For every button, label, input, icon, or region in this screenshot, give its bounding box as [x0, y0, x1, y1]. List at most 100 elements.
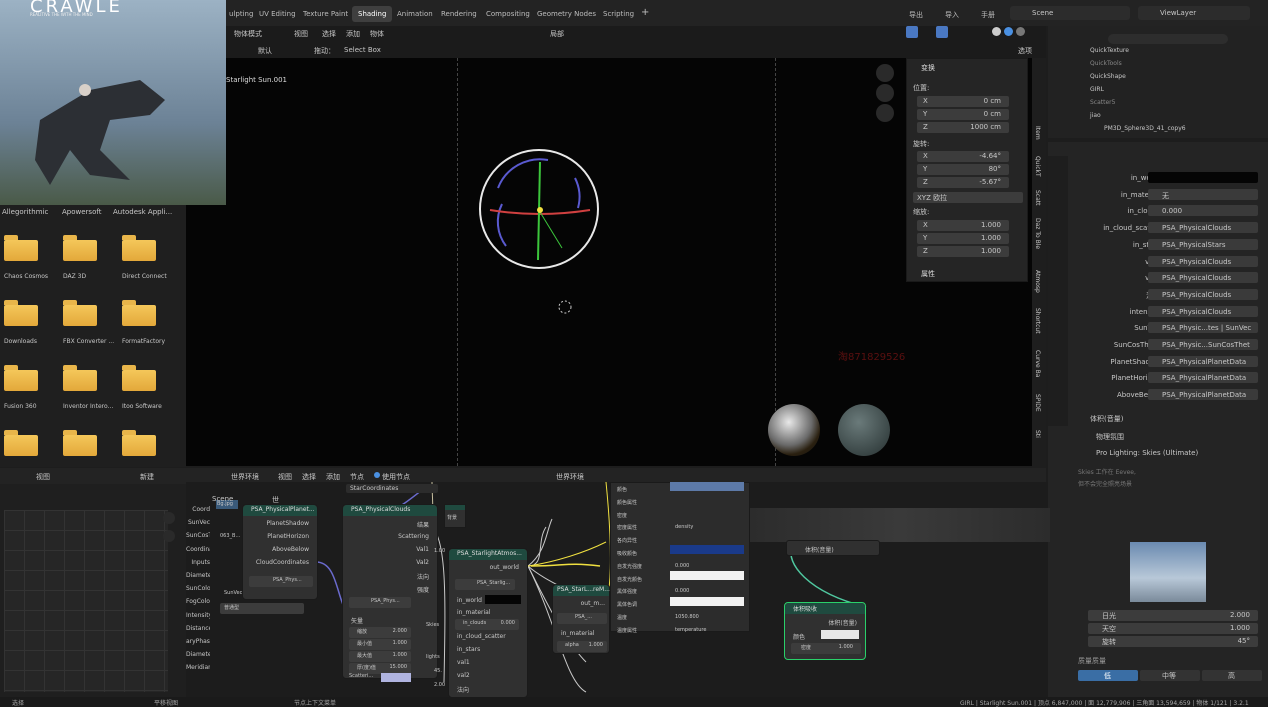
emission-color-swatch[interactable] [670, 571, 744, 580]
node-starlight-material[interactable]: PSA_StarL...reM... out_m... PSA_... in_m… [552, 584, 610, 654]
property-field[interactable]: PSA_Physic...SunCosThet [1148, 339, 1258, 350]
new-image-button[interactable]: 新建 [140, 472, 154, 482]
folder-item[interactable]: Itoo Software [122, 365, 178, 425]
rotation-field[interactable]: 旋转 45° [1088, 636, 1258, 647]
folder-item[interactable]: DAZ 3D [63, 235, 119, 295]
property-row[interactable]: 法向 PSA_PhysicalClouds [1072, 288, 1268, 301]
node-volume-output[interactable]: 体积(音量) [786, 540, 880, 556]
menu-select[interactable]: 选择 [322, 29, 336, 39]
property-field[interactable]: PSA_PhysicalClouds [1148, 305, 1258, 317]
world-datablock[interactable]: 世界环境 [556, 472, 584, 482]
location-y-field[interactable]: Y 0 cm [917, 109, 1009, 120]
property-row[interactable]: in_stars PSA_PhysicalStars [1072, 238, 1268, 251]
node-starlight-atmosphere[interactable]: PSA_StarlightAtmos... out_world PSA_Star… [448, 548, 528, 698]
absorb-color-input[interactable] [821, 630, 859, 639]
zoom-icon[interactable] [163, 512, 175, 524]
folder-icon[interactable] [63, 430, 97, 456]
folder-icon[interactable] [4, 430, 38, 456]
node-background[interactable]: 背景 [444, 504, 466, 528]
folder-item[interactable]: Fusion 360 [4, 365, 60, 425]
outliner-item[interactable]: Scatter5 [1078, 96, 1268, 110]
folder-item[interactable]: Inventor Intero... [63, 365, 119, 425]
side-tab-shortcut[interactable]: Shortcut [1034, 308, 1041, 334]
side-tab-curve[interactable]: Curve Ba [1034, 350, 1041, 377]
cloud-scale-field[interactable]: 缩放 2.000 [349, 627, 411, 638]
pro-lighting-subpanel[interactable]: Pro Lighting: Skies (Ultimate) [1096, 449, 1198, 457]
tab-animation[interactable]: Animation [392, 8, 438, 20]
tab-rendering[interactable]: Rendering [436, 8, 482, 20]
node-star-coords[interactable]: StarCoordinates [346, 484, 438, 493]
absorb-color-swatch[interactable] [670, 545, 744, 554]
in-clouds-field[interactable]: in_clouds 0.000 [455, 619, 519, 630]
light-target-icon[interactable] [557, 299, 573, 315]
side-tab-daz[interactable]: Daz To Ble [1034, 218, 1041, 249]
folder-label[interactable]: Apowersoft [62, 208, 101, 216]
menu-node[interactable]: 节点 [350, 472, 364, 482]
property-row[interactable]: val2 PSA_PhysicalClouds [1072, 272, 1268, 284]
property-field[interactable]: PSA_PhysicalClouds [1148, 272, 1258, 284]
gizmo-toggle-icon[interactable] [906, 26, 918, 38]
rotation-mode-select[interactable]: XYZ 欧拉 [913, 192, 1023, 203]
sky-preview-thumbnail[interactable] [1130, 542, 1206, 602]
side-tab-spide[interactable]: SPIDE [1034, 394, 1041, 412]
volume-property-row[interactable]: 温度属性 temperature [611, 626, 751, 637]
folder-label[interactable]: Autodesk Appli... [113, 208, 172, 216]
pan-hand-icon[interactable] [163, 530, 175, 542]
volume-property-row[interactable]: 密度属性 density [611, 523, 751, 534]
property-row[interactable]: in_cloud_scatter PSA_PhysicalClouds [1072, 222, 1268, 234]
outliner-item[interactable]: jiao [1078, 109, 1268, 123]
node-editor[interactable]: Coord SunVec SunCosTheta Coordinates Inputs D… [186, 482, 1050, 698]
manual-menu[interactable]: 手册 [976, 8, 1000, 22]
node-group-select[interactable]: PSA_Phys... [349, 597, 411, 608]
physical-sky-subpanel[interactable]: 物理氛围 [1096, 432, 1124, 442]
side-tab-item[interactable]: Item [1034, 126, 1041, 140]
node-group-select[interactable]: PSA_... [557, 613, 607, 624]
folder-item[interactable]: FBX Converter ... [63, 300, 119, 360]
camera-view-icon[interactable] [876, 104, 894, 122]
property-field[interactable]: PSA_PhysicalClouds [1148, 222, 1258, 234]
property-field[interactable]: PSA_PhysicalPlanetData [1148, 389, 1258, 401]
volume-subpanel[interactable]: 体积(音量) [1090, 414, 1123, 424]
scale-z-field[interactable]: Z 1.000 [917, 246, 1009, 257]
volume-color-swatch[interactable] [670, 482, 744, 491]
rotation-x-field[interactable]: X -4.64° [917, 151, 1009, 162]
options-menu[interactable]: 选项 [1018, 46, 1032, 56]
pivot-selector[interactable]: 局部 [550, 29, 564, 39]
property-field[interactable]: PSA_Physic...tes | SunVec [1148, 322, 1258, 334]
property-row[interactable]: PlanetHorizon PSA_PhysicalPlanetData [1072, 372, 1268, 384]
absorb-density-field[interactable]: 密度 1.000 [791, 643, 861, 654]
volume-property-row[interactable]: 温度 1050.800 [611, 613, 751, 624]
property-row[interactable]: val1 PSA_PhysicalClouds [1072, 255, 1268, 268]
tab-scripting[interactable]: Scripting [598, 8, 639, 20]
scene-selector[interactable]: Scene [1010, 6, 1130, 20]
scatter-color-swatch[interactable] [381, 673, 411, 682]
property-field[interactable] [1148, 172, 1258, 183]
sun-light-gizmo[interactable] [478, 148, 600, 270]
volume-property-row[interactable]: 密度 [611, 511, 751, 522]
property-row[interactable]: SunVec PSA_Physic...tes | SunVec [1072, 322, 1268, 334]
rotation-y-field[interactable]: Y 80° [917, 164, 1009, 175]
scale-y-field[interactable]: Y 1.000 [917, 233, 1009, 244]
tab-shading[interactable]: Shading [352, 6, 393, 22]
pan-hand-icon[interactable] [876, 84, 894, 102]
outliner-item[interactable]: QuickShape [1078, 70, 1268, 84]
folder-label[interactable]: Allegorithmic [2, 208, 48, 216]
property-field[interactable]: 0.000 [1148, 205, 1258, 217]
solid-shading-icon[interactable] [992, 27, 1001, 36]
blackbody-tint-swatch[interactable] [670, 597, 744, 606]
rotation-z-field[interactable]: Z -5.67° [917, 177, 1009, 188]
material-shading-icon[interactable] [1004, 27, 1013, 36]
menu-view[interactable]: 视图 [294, 29, 308, 39]
outliner-item[interactable]: GIRL [1078, 83, 1268, 97]
select-box[interactable]: Select Box [344, 46, 381, 54]
uv-grid[interactable] [4, 510, 168, 692]
property-row[interactable]: in_world [1072, 172, 1268, 184]
viewlayer-selector[interactable]: ViewLayer [1138, 6, 1250, 20]
outliner-item[interactable]: QuickTexture [1078, 44, 1268, 58]
world-color-swatch[interactable] [485, 595, 521, 604]
sky-strength-field[interactable]: 天空 1.000 [1088, 623, 1258, 634]
cloud-scatter-field[interactable]: Scatteri... [349, 673, 411, 682]
node-volume-absorption[interactable]: 体积吸收 体积(音量) 颜色 密度 1.000 [784, 602, 866, 660]
sun-strength-field[interactable]: 日光 2.000 [1088, 610, 1258, 621]
tab-geometry-nodes[interactable]: Geometry Nodes [532, 8, 601, 20]
